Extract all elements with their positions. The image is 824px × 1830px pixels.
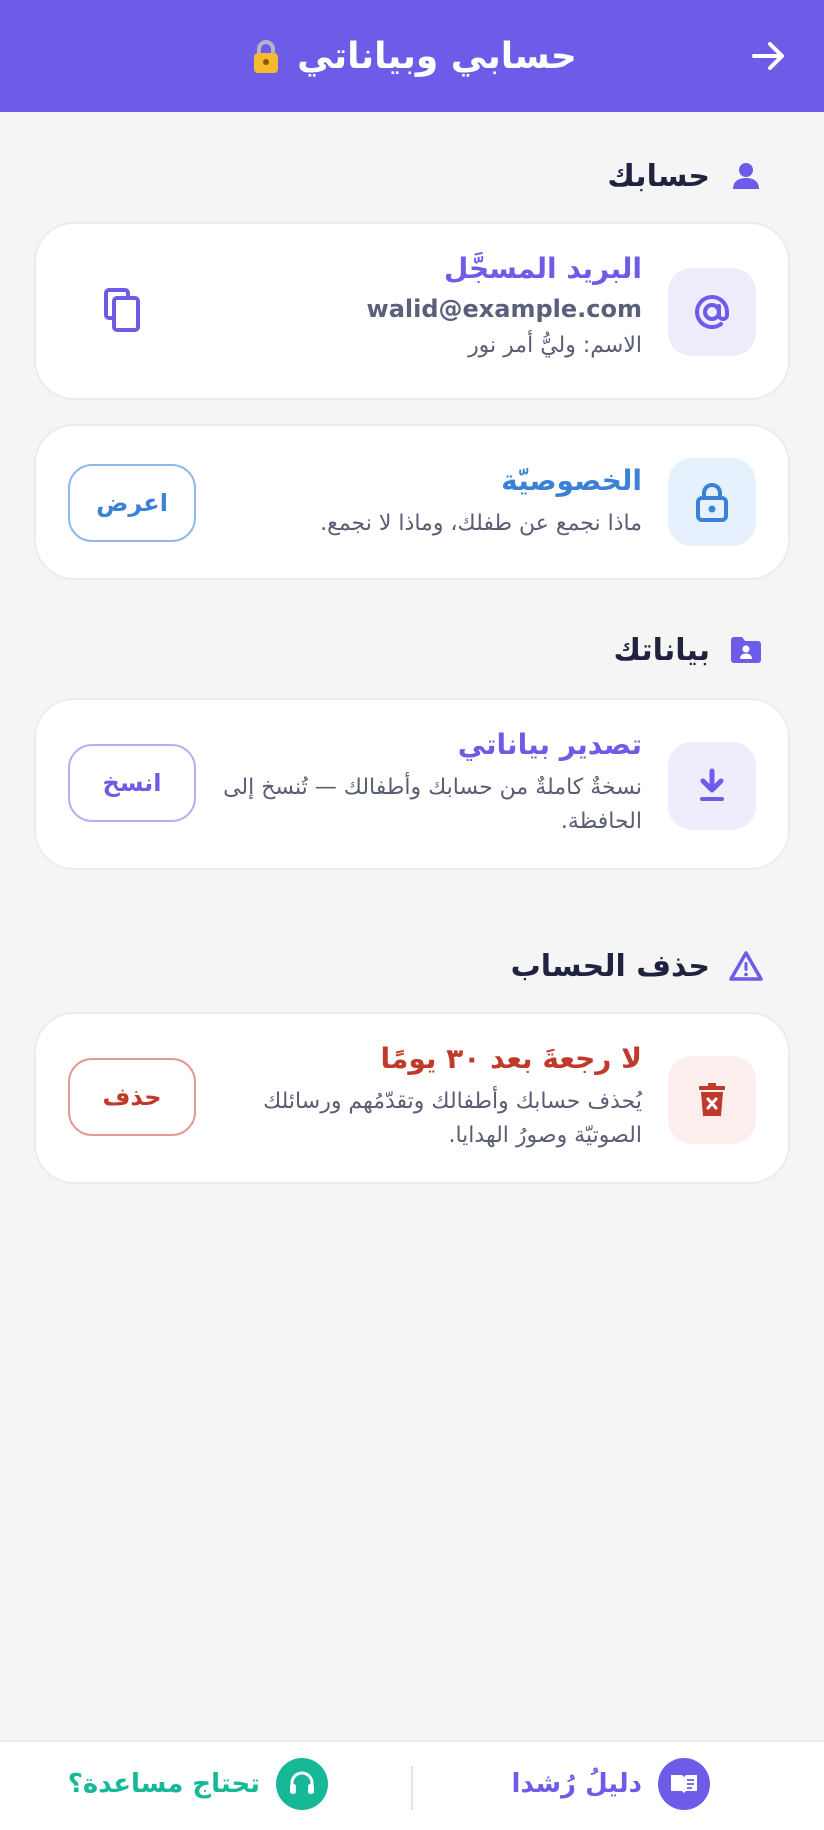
copy-icon	[104, 288, 140, 332]
email-value: walid@example.com	[366, 295, 642, 323]
email-card-text: البريد المسجَّل walid@example.com الاسم:…	[367, 252, 642, 363]
privacy-description: ماذا نجمع عن طفلك، وماذا لا نجمع.	[320, 511, 642, 536]
guide-label: دليلُ رُشدا	[511, 1769, 642, 1799]
delete-description: يُحذف حسابك وأطفالك وتقدّمُهم ورسائلك ال…	[263, 1089, 642, 1148]
page-title-text: حسابي وبياناتي	[297, 35, 577, 77]
bottom-bar: دليلُ رُشدا تحتاج مساعدة؟	[0, 1740, 824, 1830]
lock-emoji-icon	[254, 40, 279, 73]
person-icon	[728, 158, 764, 194]
export-description: نسخةٌ كاملةٌ من حسابك وأطفالك — تُنسخ إل…	[223, 775, 642, 834]
section-delete-title: حذف الحساب	[511, 948, 764, 984]
bottom-divider	[411, 1766, 413, 1810]
help-label: تحتاج مساعدة؟	[67, 1769, 260, 1799]
email-heading: البريد المسجَّل	[444, 252, 642, 285]
view-privacy-button[interactable]: اعرض	[68, 464, 196, 542]
trash-icon-tile	[668, 1056, 756, 1144]
export-card-text: تصدير بياناتي نسخةٌ كاملةٌ من حسابك وأطف…	[202, 728, 642, 839]
download-icon	[700, 768, 724, 801]
book-icon	[658, 1758, 710, 1810]
at-icon-tile	[668, 268, 756, 356]
trash-icon	[699, 1083, 725, 1116]
help-link[interactable]: تحتاج مساعدة؟	[68, 1758, 328, 1810]
lock-icon	[696, 483, 728, 522]
privacy-heading: الخصوصيّة	[501, 464, 642, 497]
folder-person-icon	[728, 632, 764, 668]
section-account-title: حسابك	[607, 158, 764, 194]
email-card: البريد المسجَّل walid@example.com الاسم:…	[34, 222, 790, 400]
section-data-label: بياناتك	[613, 632, 710, 668]
delete-card-text: لا رجعةَ بعد ٣٠ يومًا يُحذف حسابك وأطفال…	[202, 1042, 642, 1153]
warning-icon	[728, 948, 764, 984]
guide-link[interactable]: دليلُ رُشدا	[512, 1758, 710, 1810]
copy-email-button[interactable]	[92, 280, 152, 340]
account-name: الاسم: وليُّ أمر نور	[468, 333, 642, 358]
export-card: تصدير بياناتي نسخةٌ كاملةٌ من حسابك وأطف…	[34, 698, 790, 870]
arrow-right-icon	[752, 42, 784, 70]
delete-account-button[interactable]: حذف	[68, 1058, 196, 1136]
section-account-label: حسابك	[607, 158, 710, 194]
at-sign-icon	[695, 295, 729, 329]
privacy-card-text: الخصوصيّة ماذا نجمع عن طفلك، وماذا لا نج…	[320, 464, 642, 541]
privacy-card: الخصوصيّة ماذا نجمع عن طفلك، وماذا لا نج…	[34, 424, 790, 580]
delete-card: لا رجعةَ بعد ٣٠ يومًا يُحذف حسابك وأطفال…	[34, 1012, 790, 1184]
section-data-title: بياناتك	[613, 632, 764, 668]
app-header: حسابي وبياناتي	[0, 0, 824, 112]
delete-heading: لا رجعةَ بعد ٣٠ يومًا	[380, 1042, 642, 1075]
export-heading: تصدير بياناتي	[457, 728, 642, 761]
back-button[interactable]	[746, 34, 790, 78]
page-title: حسابي وبياناتي	[247, 36, 577, 77]
headset-icon	[276, 1758, 328, 1810]
lock-icon-tile	[668, 458, 756, 546]
copy-export-button[interactable]: انسخ	[68, 744, 196, 822]
section-delete-label: حذف الحساب	[510, 948, 710, 984]
download-icon-tile	[668, 742, 756, 830]
